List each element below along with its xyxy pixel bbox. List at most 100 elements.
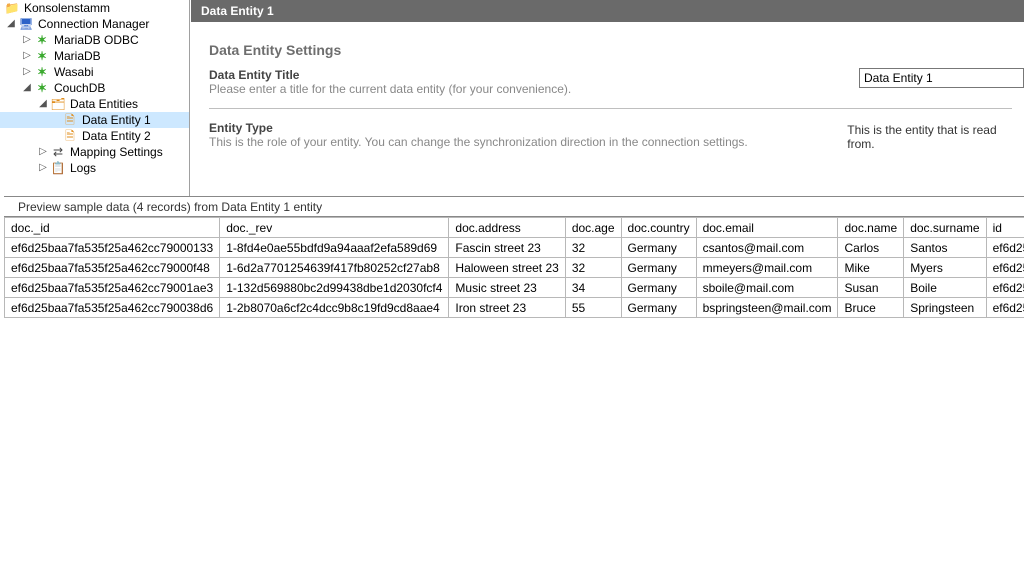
preview-grid: doc._iddoc._revdoc.addressdoc.agedoc.cou… [4, 217, 1024, 318]
table-cell: 55 [565, 298, 621, 318]
tree-item-mariadb-odbc[interactable]: ▷ ✶ MariaDB ODBC [0, 32, 190, 48]
table-cell: 32 [565, 258, 621, 278]
mapping-icon: ⇄ [50, 144, 66, 160]
expand-icon[interactable]: ▷ [38, 144, 48, 160]
tree-item-wasabi[interactable]: ▷ ✶ Wasabi [0, 64, 190, 80]
table-cell: Music street 23 [449, 278, 565, 298]
preview-caption: Preview sample data (4 records) from Dat… [4, 197, 1024, 217]
table-cell: Bruce [838, 298, 904, 318]
title-field-label: Data Entity Title [209, 68, 849, 82]
table-cell: ef6d25baa7fa535f25a462cc790038d6 [5, 298, 220, 318]
db-icon: ✶ [34, 64, 50, 80]
db-icon: ✶ [34, 48, 50, 64]
collapse-icon[interactable]: ◢ [38, 96, 48, 112]
table-cell: Iron street 23 [449, 298, 565, 318]
tree-item-mariadb[interactable]: ▷ ✶ MariaDB [0, 48, 190, 64]
table-cell: csantos@mail.com [696, 238, 838, 258]
grid-column-header[interactable]: id [986, 218, 1024, 238]
tree-mapping-settings[interactable]: ▷ ⇄ Mapping Settings [0, 144, 190, 160]
tree-root[interactable]: 📁 Konsolenstamm [0, 0, 190, 16]
folder-icon: 📁 [4, 0, 20, 16]
type-field-label: Entity Type [209, 121, 837, 135]
log-icon: 📋 [50, 160, 66, 176]
table-cell: ef6d25baa7fa [986, 258, 1024, 278]
table-cell: Mike [838, 258, 904, 278]
collapse-icon[interactable]: ◢ [6, 16, 16, 32]
collapse-icon[interactable]: ◢ [22, 80, 32, 96]
connection-icon: 🖥 [18, 16, 34, 32]
table-cell: Boile [904, 278, 986, 298]
table-cell: 34 [565, 278, 621, 298]
table-cell: 1-6d2a7701254639f417fb80252cf27ab8 [220, 258, 449, 278]
tree-entity2-label: Data Entity 2 [80, 128, 151, 144]
grid-column-header[interactable]: doc.age [565, 218, 621, 238]
expand-icon[interactable]: ▷ [22, 32, 32, 48]
tree-logs[interactable]: ▷ 📋 Logs [0, 160, 190, 176]
table-cell: 1-8fd4e0ae55bdfd9a94aaaf2efa589d69 [220, 238, 449, 258]
tree-conn-mgr-label: Connection Manager [36, 16, 149, 32]
expand-icon[interactable]: ▷ [22, 64, 32, 80]
entity-icon: 🗎 [62, 112, 78, 128]
table-cell: mmeyers@mail.com [696, 258, 838, 278]
table-cell: Germany [621, 238, 696, 258]
table-cell: Germany [621, 278, 696, 298]
main-panel: Data Entity 1 Data Entity Settings Data … [191, 0, 1024, 159]
grid-header-row: doc._iddoc._revdoc.addressdoc.agedoc.cou… [5, 218, 1024, 238]
grid-column-header[interactable]: doc._rev [220, 218, 449, 238]
grid-column-header[interactable]: doc.country [621, 218, 696, 238]
preview-panel: Preview sample data (4 records) from Dat… [4, 196, 1024, 561]
grid-column-header[interactable]: doc.address [449, 218, 565, 238]
tree-item-label: CouchDB [52, 80, 105, 96]
tree-connection-manager[interactable]: ◢ 🖥 Connection Manager [0, 16, 190, 32]
table-row[interactable]: ef6d25baa7fa535f25a462cc79001ae31-132d56… [5, 278, 1024, 298]
folder-stack-icon: 🗂 [50, 96, 66, 112]
grid-column-header[interactable]: doc.email [696, 218, 838, 238]
title-input[interactable] [859, 68, 1024, 88]
grid-column-header[interactable]: doc._id [5, 218, 220, 238]
tree-data-entity-2[interactable]: 🗎 Data Entity 2 [0, 128, 190, 144]
expand-icon[interactable]: ▷ [22, 48, 32, 64]
table-cell: Germany [621, 298, 696, 318]
table-cell: sboile@mail.com [696, 278, 838, 298]
sidebar: 📁 Konsolenstamm ◢ 🖥 Connection Manager ▷… [0, 0, 190, 200]
table-cell: 1-132d569880bc2d99438dbe1d2030fcf4 [220, 278, 449, 298]
panel-title: Data Entity 1 [191, 0, 1024, 22]
table-cell: ef6d25baa7fa535f25a462cc79000133 [5, 238, 220, 258]
table-cell: ef6d25baa7fa [986, 238, 1024, 258]
tree-entity1-label: Data Entity 1 [80, 112, 151, 128]
table-cell: ef6d25baa7fa [986, 278, 1024, 298]
separator [209, 108, 1012, 109]
expand-icon[interactable]: ▷ [38, 160, 48, 176]
table-cell: Santos [904, 238, 986, 258]
type-role-text: This is the entity that is read from. [847, 121, 1024, 151]
tree-item-label: MariaDB ODBC [52, 32, 139, 48]
tree-mapping-label: Mapping Settings [68, 144, 163, 160]
db-icon: ✶ [34, 80, 50, 96]
table-cell: Germany [621, 258, 696, 278]
tree-root-label: Konsolenstamm [22, 0, 110, 16]
entity-icon: 🗎 [62, 128, 78, 144]
sidebar-divider [189, 0, 190, 200]
tree-logs-label: Logs [68, 160, 96, 176]
tree-item-couchdb[interactable]: ◢ ✶ CouchDB [0, 80, 190, 96]
table-row[interactable]: ef6d25baa7fa535f25a462cc790038d61-2b8070… [5, 298, 1024, 318]
grid-column-header[interactable]: doc.name [838, 218, 904, 238]
table-cell: ef6d25baa7fa535f25a462cc79000f48 [5, 258, 220, 278]
table-cell: Susan [838, 278, 904, 298]
tree-data-entity-1[interactable]: 🗎 Data Entity 1 [0, 112, 190, 128]
table-cell: bspringsteen@mail.com [696, 298, 838, 318]
table-cell: ef6d25baa7fa535f25a462cc79001ae3 [5, 278, 220, 298]
grid-column-header[interactable]: doc.surname [904, 218, 986, 238]
table-row[interactable]: ef6d25baa7fa535f25a462cc79000f481-6d2a77… [5, 258, 1024, 278]
table-cell: Haloween street 23 [449, 258, 565, 278]
table-row[interactable]: ef6d25baa7fa535f25a462cc790001331-8fd4e0… [5, 238, 1024, 258]
table-cell: Carlos [838, 238, 904, 258]
title-field-hint: Please enter a title for the current dat… [209, 82, 849, 96]
type-field-hint: This is the role of your entity. You can… [209, 135, 837, 149]
table-cell: Fascin street 23 [449, 238, 565, 258]
table-cell: Myers [904, 258, 986, 278]
table-cell: Springsteen [904, 298, 986, 318]
tree-item-label: Wasabi [52, 64, 94, 80]
tree-data-entities[interactable]: ◢ 🗂 Data Entities [0, 96, 190, 112]
section-heading: Data Entity Settings [209, 42, 1024, 58]
